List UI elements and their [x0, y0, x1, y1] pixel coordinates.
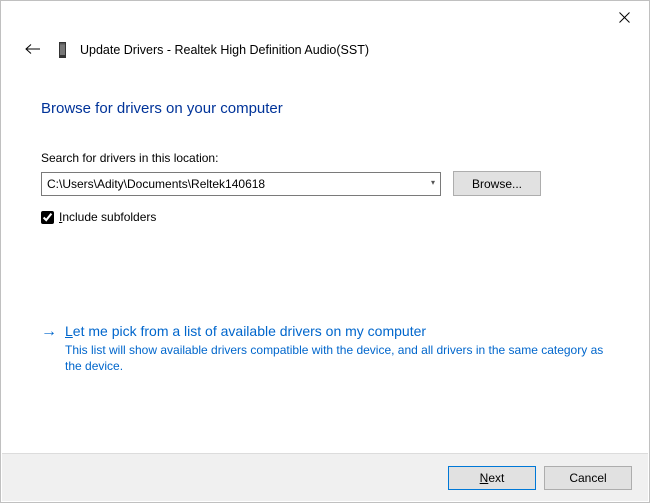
close-button[interactable]: [602, 3, 647, 31]
content-area: Browse for drivers on your computer Sear…: [1, 72, 649, 374]
cancel-button[interactable]: Cancel: [544, 466, 632, 490]
pick-from-list-option[interactable]: → Let me pick from a list of available d…: [41, 322, 609, 374]
pick-from-list-text: Let me pick from a list of available dri…: [65, 322, 609, 374]
device-icon: [59, 42, 66, 58]
include-subfolders-checkbox[interactable]: [41, 211, 54, 224]
driver-path-value: C:\Users\Adity\Documents\Reltek140618: [47, 177, 265, 191]
pick-from-list-description: This list will show available drivers co…: [65, 342, 609, 374]
location-label: Search for drivers in this location:: [41, 151, 609, 165]
wizard-header: Update Drivers - Realtek High Definition…: [1, 31, 649, 72]
path-row: C:\Users\Adity\Documents\Reltek140618 ▾ …: [41, 171, 609, 196]
pick-from-list-title: Let me pick from a list of available dri…: [65, 322, 609, 340]
browse-button-label: Browse...: [472, 177, 522, 191]
titlebar: [1, 1, 649, 31]
include-subfolders-label[interactable]: Include subfolders: [59, 210, 156, 224]
next-button[interactable]: Next: [448, 466, 536, 490]
browse-button[interactable]: Browse...: [453, 171, 541, 196]
back-arrow-icon: [25, 44, 41, 54]
arrow-right-icon: →: [41, 323, 57, 374]
close-icon: [619, 12, 630, 23]
footer-bar: Next Cancel: [2, 453, 648, 501]
back-button[interactable]: [21, 37, 45, 62]
wizard-title: Update Drivers - Realtek High Definition…: [80, 43, 369, 57]
page-title: Browse for drivers on your computer: [41, 100, 609, 117]
path-dropdown-icon[interactable]: ▾: [429, 176, 437, 189]
driver-path-input[interactable]: C:\Users\Adity\Documents\Reltek140618 ▾: [41, 172, 441, 196]
include-subfolders-row: Include subfolders: [41, 210, 609, 224]
